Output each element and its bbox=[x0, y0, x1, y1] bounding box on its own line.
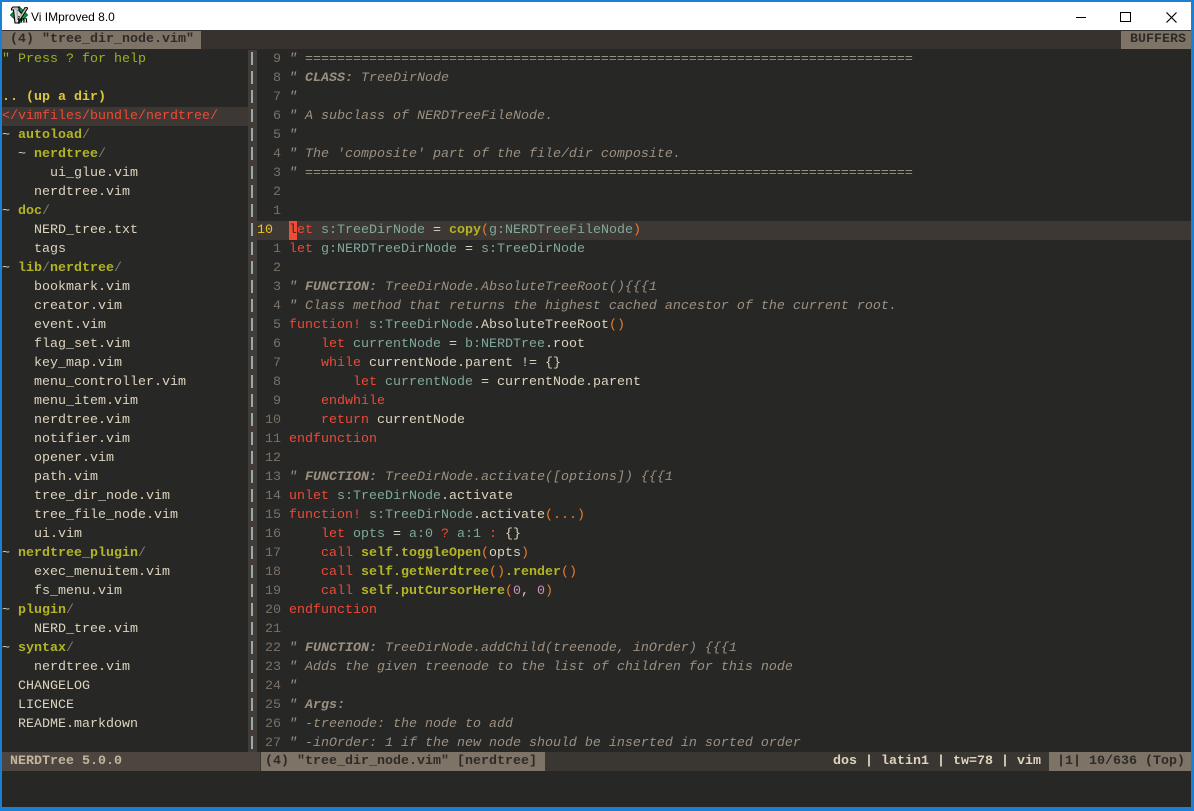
svg-text:im: im bbox=[18, 15, 28, 25]
